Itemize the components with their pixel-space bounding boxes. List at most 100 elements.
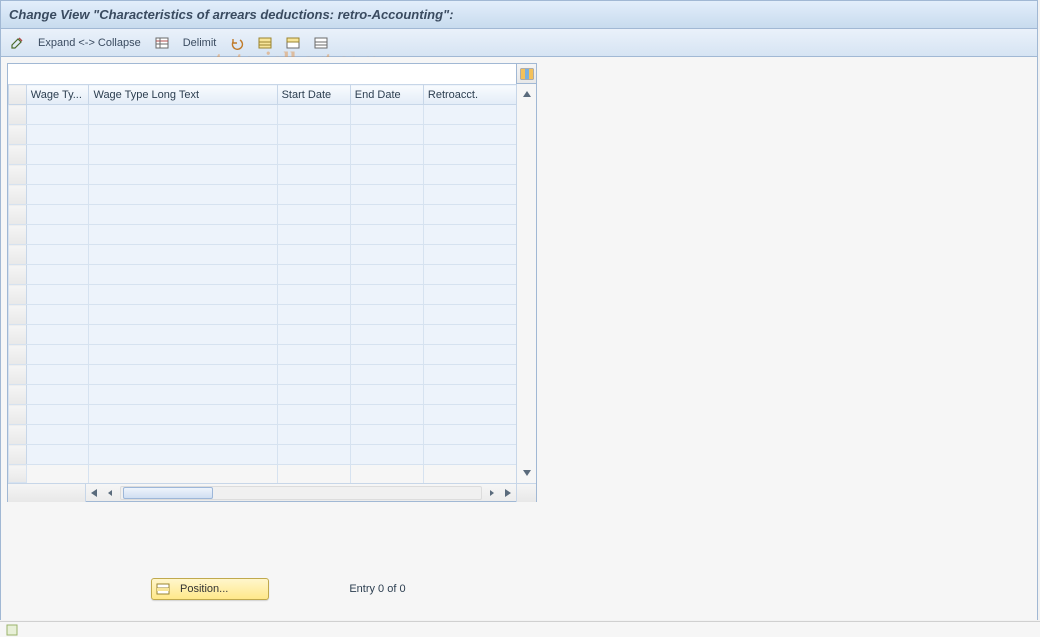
horizontal-scrollbar[interactable]	[8, 483, 536, 501]
cell-end_date[interactable]	[350, 305, 423, 325]
row-selector[interactable]	[9, 265, 27, 285]
scroll-last-icon[interactable]	[500, 485, 516, 501]
row-selector-header[interactable]	[9, 85, 27, 105]
cell-retroacct[interactable]	[423, 225, 517, 245]
cell-retroacct[interactable]	[423, 165, 517, 185]
cell-start_date[interactable]	[277, 425, 350, 445]
row-selector[interactable]	[9, 425, 27, 445]
cell-retroacct[interactable]	[423, 325, 517, 345]
cell-wage_ty[interactable]	[26, 125, 89, 145]
scroll-down-icon[interactable]	[519, 465, 535, 481]
cell-end_date[interactable]	[350, 245, 423, 265]
cell-retroacct[interactable]	[423, 245, 517, 265]
cell-start_date[interactable]	[277, 245, 350, 265]
cell-retroacct[interactable]	[423, 285, 517, 305]
cell-end_date[interactable]	[350, 125, 423, 145]
row-selector[interactable]	[9, 205, 27, 225]
row-selector[interactable]	[9, 325, 27, 345]
cell-wage_long[interactable]	[89, 405, 277, 425]
cell-end_date[interactable]	[350, 285, 423, 305]
cell-wage_long[interactable]	[89, 445, 277, 465]
vertical-scrollbar[interactable]	[516, 84, 536, 483]
cell-end_date[interactable]	[350, 445, 423, 465]
row-selector[interactable]	[9, 385, 27, 405]
cell-wage_long[interactable]	[89, 125, 277, 145]
cell-retroacct[interactable]	[423, 345, 517, 365]
cell-start_date[interactable]	[277, 185, 350, 205]
cell-wage_ty[interactable]	[26, 325, 89, 345]
row-selector[interactable]	[9, 405, 27, 425]
cell-start_date[interactable]	[277, 265, 350, 285]
cell-retroacct[interactable]	[423, 365, 517, 385]
cell-wage_long[interactable]	[89, 165, 277, 185]
cell-wage_ty[interactable]	[26, 105, 89, 125]
select-all-button[interactable]	[253, 33, 277, 53]
cell-start_date[interactable]	[277, 445, 350, 465]
cell-start_date[interactable]	[277, 365, 350, 385]
row-selector[interactable]	[9, 345, 27, 365]
cell-wage_ty[interactable]	[26, 385, 89, 405]
configure-columns-button[interactable]	[516, 64, 536, 84]
cell-wage_long[interactable]	[89, 285, 277, 305]
row-selector[interactable]	[9, 105, 27, 125]
column-header-retroacct[interactable]: Retroacct.	[423, 85, 517, 105]
h-scroll-thumb[interactable]	[123, 487, 213, 499]
cell-wage_ty[interactable]	[26, 245, 89, 265]
cell-wage_long[interactable]	[89, 325, 277, 345]
cell-retroacct[interactable]	[423, 205, 517, 225]
cell-start_date[interactable]	[277, 105, 350, 125]
column-header-start_date[interactable]: Start Date	[277, 85, 350, 105]
row-selector[interactable]	[9, 225, 27, 245]
v-scroll-track[interactable]	[520, 104, 534, 463]
cell-wage_ty[interactable]	[26, 345, 89, 365]
cell-wage_ty[interactable]	[26, 205, 89, 225]
cell-start_date[interactable]	[277, 145, 350, 165]
cell-end_date[interactable]	[350, 205, 423, 225]
cell-start_date[interactable]	[277, 165, 350, 185]
cell-wage_ty[interactable]	[26, 185, 89, 205]
scroll-up-icon[interactable]	[519, 86, 535, 102]
cell-end_date[interactable]	[350, 385, 423, 405]
column-header-wage_ty[interactable]: Wage Ty...	[26, 85, 89, 105]
cell-start_date[interactable]	[277, 205, 350, 225]
column-header-wage_long[interactable]: Wage Type Long Text	[89, 85, 277, 105]
cell-wage_long[interactable]	[89, 245, 277, 265]
table-settings-button[interactable]	[150, 33, 174, 53]
cell-retroacct[interactable]	[423, 145, 517, 165]
row-selector[interactable]	[9, 165, 27, 185]
cell-wage_long[interactable]	[89, 105, 277, 125]
cell-wage_long[interactable]	[89, 145, 277, 165]
cell-end_date[interactable]	[350, 165, 423, 185]
scroll-left-icon[interactable]	[102, 485, 118, 501]
cell-wage_long[interactable]	[89, 425, 277, 445]
select-block-button[interactable]	[281, 33, 305, 53]
cell-wage_ty[interactable]	[26, 145, 89, 165]
cell-start_date[interactable]	[277, 325, 350, 345]
row-selector[interactable]	[9, 185, 27, 205]
expand-collapse-button[interactable]: Expand <-> Collapse	[33, 33, 146, 53]
change-details-button[interactable]	[5, 33, 29, 53]
row-selector[interactable]	[9, 305, 27, 325]
cell-wage_ty[interactable]	[26, 405, 89, 425]
cell-retroacct[interactable]	[423, 105, 517, 125]
cell-retroacct[interactable]	[423, 385, 517, 405]
cell-retroacct[interactable]	[423, 305, 517, 325]
cell-end_date[interactable]	[350, 365, 423, 385]
cell-retroacct[interactable]	[423, 185, 517, 205]
cell-retroacct[interactable]	[423, 265, 517, 285]
cell-wage_long[interactable]	[89, 225, 277, 245]
cell-end_date[interactable]	[350, 185, 423, 205]
cell-wage_ty[interactable]	[26, 265, 89, 285]
cell-end_date[interactable]	[350, 325, 423, 345]
column-header-end_date[interactable]: End Date	[350, 85, 423, 105]
cell-end_date[interactable]	[350, 265, 423, 285]
cell-start_date[interactable]	[277, 285, 350, 305]
row-selector[interactable]	[9, 365, 27, 385]
cell-wage_long[interactable]	[89, 305, 277, 325]
cell-start_date[interactable]	[277, 345, 350, 365]
cell-wage_long[interactable]	[89, 345, 277, 365]
cell-start_date[interactable]	[277, 305, 350, 325]
cell-wage_long[interactable]	[89, 385, 277, 405]
cell-wage_ty[interactable]	[26, 365, 89, 385]
cell-start_date[interactable]	[277, 125, 350, 145]
